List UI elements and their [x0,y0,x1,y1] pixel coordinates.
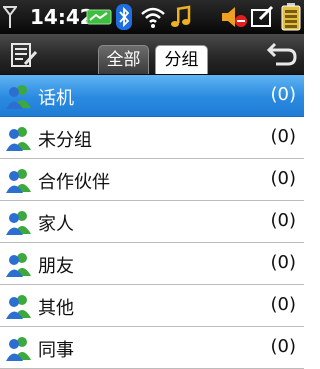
signal-icon [3,6,17,28]
battery-icon [281,3,301,31]
bluetooth-icon [116,4,132,30]
edit-icon [251,5,274,27]
contact-group-icon [6,337,31,361]
wifi-icon [141,7,165,28]
group-label: 话机 [38,88,74,109]
contact-group-icon [6,295,31,319]
battery-status-icon [86,9,112,25]
group-count: (0) [270,210,297,231]
group-label: 其他 [38,298,74,319]
list-item[interactable]: 朋友 (0) [0,243,304,285]
clock-time: 14:42 [30,5,94,29]
group-count: (0) [270,84,297,105]
status-bar: 14:42 [0,0,304,34]
contact-group-icon [6,127,31,151]
contact-group-icon [6,169,31,193]
tab-all[interactable]: 全部 [98,45,149,74]
group-count: (0) [270,126,297,147]
music-icon [171,5,191,27]
contact-group-icon [6,85,31,109]
group-count: (0) [270,336,297,357]
list-item[interactable]: 家人 (0) [0,201,304,243]
mute-icon [222,7,247,27]
group-label: 同事 [38,340,74,361]
back-icon[interactable] [266,40,298,68]
contact-group-icon [6,211,31,235]
group-label: 朋友 [38,256,74,277]
list-item[interactable]: 其他 (0) [0,285,304,327]
group-label: 未分组 [38,130,92,151]
list-item[interactable]: 合作伙伴 (0) [0,159,304,201]
contact-group-icon [6,253,31,277]
group-count: (0) [270,252,297,273]
group-label: 合作伙伴 [38,172,110,193]
tab-header: 全部 分组 [0,34,304,75]
list-item[interactable]: 未分组 (0) [0,117,304,159]
group-count: (0) [270,168,297,189]
group-list: 话机 (0) 未分组 (0) 合作伙伴 (0) 家人 (0) 朋友 (0) 其他… [0,75,304,369]
tab-groups[interactable]: 分组 [155,45,208,74]
list-item[interactable]: 同事 (0) [0,327,304,369]
edit-list-icon[interactable] [10,42,38,68]
list-item[interactable]: 话机 (0) [0,75,304,117]
group-label: 家人 [38,214,74,235]
group-count: (0) [270,294,297,315]
